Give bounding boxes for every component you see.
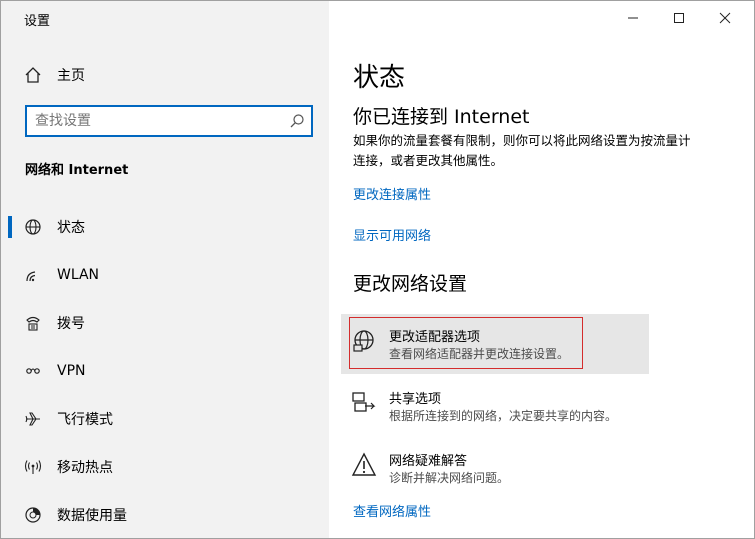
change-network-settings-heading: 更改网络设置 [353,273,468,295]
sidebar: 设置 主页 网络和 Internet 状态 WLAN [1,1,329,538]
option-description: 根据所连接到的网络，决定要共享的内容。 [389,409,618,423]
option-title: 共享选项 [389,392,442,407]
sidebar-item-label: 拨号 [57,316,85,332]
hotspot-icon [23,457,43,477]
sidebar-item-label: 移动热点 [57,460,113,476]
sidebar-item-home[interactable]: 主页 [1,56,329,94]
option-description: 诊断并解决网络问题。 [389,471,510,485]
option-title: 网络疑难解答 [389,454,468,469]
warning-icon [351,452,377,478]
sidebar-item-data-usage[interactable]: 数据使用量 [1,496,329,534]
page-title: 状态 [353,63,406,93]
connection-description: 如果你的流量套餐有限制，则你可以将此网络设置为按流量计 连接，或者更改其他属性。 [353,131,725,171]
search-icon[interactable] [289,113,305,129]
sidebar-item-label: 状态 [57,220,85,236]
home-icon [23,65,43,85]
maximize-button[interactable] [666,5,692,31]
main-content: 状态 你已连接到 Internet 如果你的流量套餐有限制，则你可以将此网络设置… [329,1,754,538]
connection-description-line: 如果你的流量套餐有限制，则你可以将此网络设置为按流量计 [353,133,691,148]
search-box[interactable] [25,105,313,137]
data-usage-icon [23,505,43,525]
sidebar-item-label: VPN [57,363,86,379]
search-input[interactable] [35,111,285,131]
sidebar-item-label: 主页 [57,68,85,84]
sidebar-item-label: WLAN [57,267,100,283]
sidebar-item-wlan[interactable]: WLAN [1,256,329,294]
change-connection-properties-link[interactable]: 更改连接属性 [353,184,431,203]
sidebar-item-label: 数据使用量 [57,508,127,524]
sidebar-item-airplane[interactable]: 飞行模式 [1,400,329,438]
settings-window: 设置 主页 网络和 Internet 状态 WLAN [0,0,755,539]
sidebar-item-label: 飞行模式 [57,412,113,428]
sidebar-section-title: 网络和 Internet [25,163,129,178]
app-title: 设置 [24,14,51,29]
connection-description-line: 连接，或者更改其他属性。 [353,153,504,168]
airplane-icon [23,409,43,429]
highlight-box [349,317,583,369]
sidebar-item-dialup[interactable]: 拨号 [1,304,329,342]
connection-status-heading: 你已连接到 Internet [353,106,530,128]
minimize-button[interactable] [620,5,646,31]
sharing-icon [351,390,377,416]
network-troubleshooter-button[interactable]: 网络疑难解答 诊断并解决网络问题。 [341,438,649,498]
close-button[interactable] [712,5,738,31]
dialup-icon [23,313,43,333]
sidebar-item-vpn[interactable]: VPN [1,352,329,390]
view-network-properties-link[interactable]: 查看网络属性 [353,501,431,520]
sidebar-item-hotspot[interactable]: 移动热点 [1,448,329,486]
wifi-icon [23,265,43,285]
sidebar-item-status[interactable]: 状态 [1,208,329,246]
show-available-networks-link[interactable]: 显示可用网络 [353,225,431,244]
sharing-options-button[interactable]: 共享选项 根据所连接到的网络，决定要共享的内容。 [341,376,649,436]
globe-icon [23,217,43,237]
vpn-icon [23,361,43,381]
